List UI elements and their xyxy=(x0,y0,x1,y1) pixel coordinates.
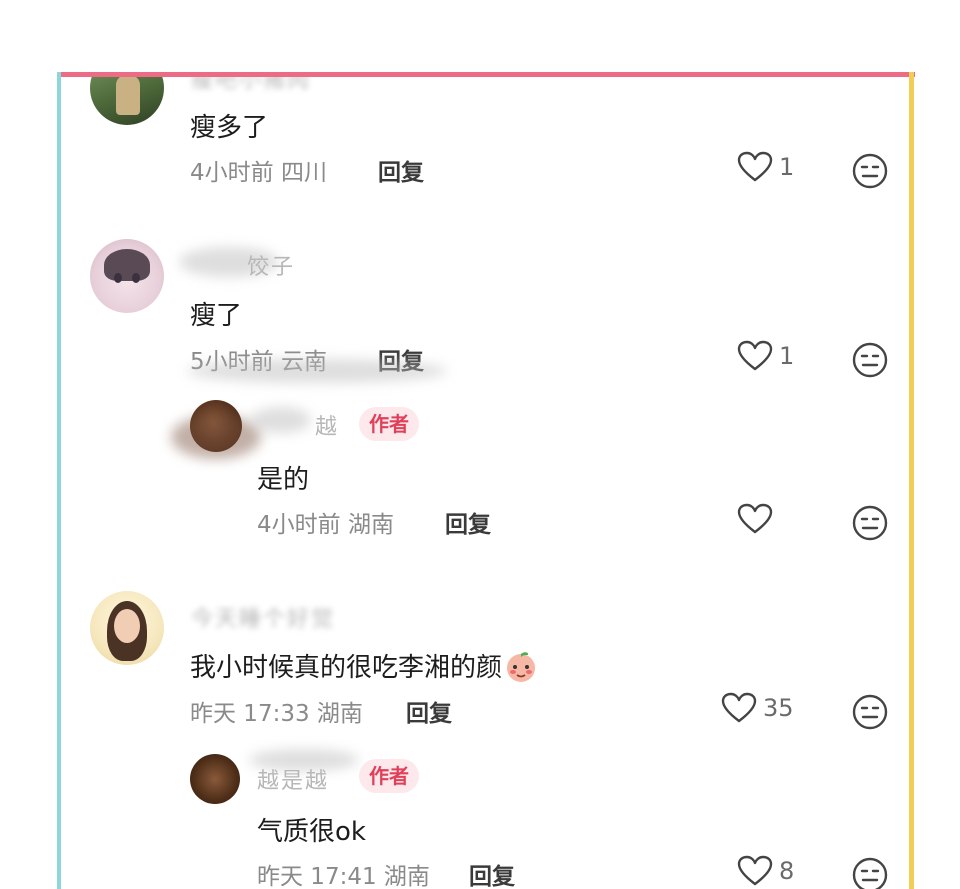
avatar[interactable] xyxy=(90,77,164,125)
neutral-face-icon[interactable] xyxy=(851,856,889,889)
comment-meta: 昨天 17:33 湖南 xyxy=(190,694,363,728)
heart-outline-icon xyxy=(737,503,773,534)
heart-outline-icon xyxy=(721,692,757,723)
like-button[interactable]: 8 xyxy=(737,855,794,887)
neutral-face-icon[interactable] xyxy=(851,341,889,379)
avatar[interactable] xyxy=(90,239,164,313)
heart-outline-icon xyxy=(737,855,773,886)
comment-username[interactable]: 瘦吧小猪肉 xyxy=(191,77,311,94)
reply-button[interactable]: 回复 xyxy=(469,857,515,889)
reply-button[interactable]: 回复 xyxy=(378,153,424,187)
comment-location: 湖南 xyxy=(316,701,363,727)
reply-text: 是的 xyxy=(257,465,310,495)
heart-outline-icon xyxy=(737,340,773,371)
reply-username[interactable]: 越是越 xyxy=(257,763,329,795)
comment-text: 瘦多了 xyxy=(190,113,269,143)
reply-meta: 4小时前 湖南 xyxy=(257,505,394,539)
reply-text: 气质很ok xyxy=(257,817,366,847)
blushing-peach-emoji xyxy=(507,651,536,682)
avatar[interactable] xyxy=(190,754,240,804)
neutral-face-icon[interactable] xyxy=(851,693,889,731)
like-button[interactable]: 1 xyxy=(737,151,794,183)
comment-username[interactable]: 饺子 xyxy=(247,249,295,281)
like-button[interactable] xyxy=(737,503,779,535)
comment-location: 四川 xyxy=(280,160,327,186)
comment-text-content: 我小时候真的很吃李湘的颜 xyxy=(190,653,503,683)
like-button[interactable]: 1 xyxy=(737,340,794,372)
like-count: 35 xyxy=(763,694,794,722)
like-button[interactable]: 35 xyxy=(721,692,794,724)
like-count: 8 xyxy=(779,857,795,885)
comment-meta: 4小时前 四川 xyxy=(190,153,327,187)
neutral-face-icon[interactable] xyxy=(851,152,889,190)
author-badge: 作者 xyxy=(359,407,419,441)
like-count: 1 xyxy=(779,342,795,370)
comment-username[interactable]: 今天睡个好觉 xyxy=(191,601,335,633)
author-badge: 作者 xyxy=(359,759,419,793)
neutral-face-icon[interactable] xyxy=(851,504,889,542)
reply-button[interactable]: 回复 xyxy=(406,694,452,728)
privacy-blur xyxy=(171,415,261,459)
comment-time: 昨天 17:33 xyxy=(190,701,310,727)
reply-meta: 昨天 17:41 湖南 xyxy=(257,857,430,889)
comment-text: 我小时候真的很吃李湘的颜 xyxy=(190,647,538,684)
avatar[interactable] xyxy=(90,591,164,665)
privacy-blur xyxy=(187,359,447,383)
reply-location: 湖南 xyxy=(347,512,394,538)
reply-button[interactable]: 回复 xyxy=(445,505,491,539)
comment-list: 瘦吧小猪肉 瘦多了 4小时前 四川 回复 1 饺子 瘦了 1 越 作者 是的 4… xyxy=(61,77,909,889)
reply-location: 湖南 xyxy=(383,864,430,889)
reply-time: 4小时前 xyxy=(257,512,341,538)
comment-text: 瘦了 xyxy=(190,301,243,331)
privacy-blur xyxy=(251,407,311,433)
frame-right-border xyxy=(909,72,914,889)
reply-username[interactable]: 越 xyxy=(315,409,339,441)
reply-time: 昨天 17:41 xyxy=(257,864,377,889)
comment-time: 4小时前 xyxy=(190,160,274,186)
heart-outline-icon xyxy=(737,151,773,182)
like-count: 1 xyxy=(779,153,795,181)
